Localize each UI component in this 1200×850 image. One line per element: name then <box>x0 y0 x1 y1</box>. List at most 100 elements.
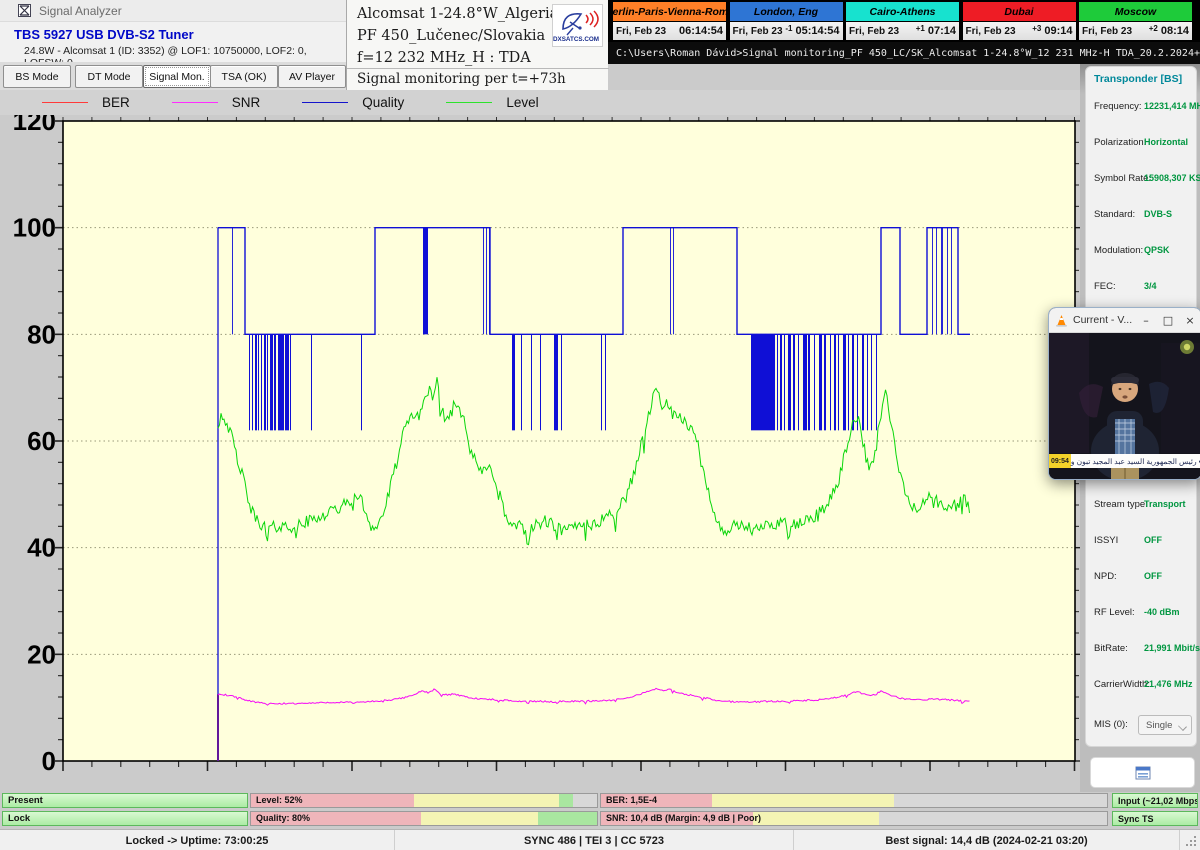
legend-label: Quality <box>362 95 404 110</box>
site-title: PF 450_Lučenec/Slovakia <box>357 28 545 44</box>
gauge-snr-label: SNR: 10,4 dB (Margin: 4,9 dB | Poor) <box>606 813 761 823</box>
tp-value: 21,476 MHz <box>1144 679 1193 689</box>
tp-label-stream-type-: Stream type: <box>1094 499 1148 510</box>
gauge-segment-gray <box>879 812 1107 825</box>
legend-item-snr: SNR <box>172 95 261 110</box>
world-clocks-panel: Berlin-Paris-Vienna-RomaFri, Feb 2306:14… <box>608 0 1200 64</box>
gauge-level: Level: 52% <box>250 793 598 808</box>
tab-av-player[interactable]: AV Player <box>278 65 346 88</box>
mis-dropdown[interactable]: Single <box>1138 715 1192 735</box>
svg-text:DXSATCS.COM: DXSATCS.COM <box>553 36 599 43</box>
vlc-titlebar[interactable]: Current - V... – □ × <box>1049 308 1200 333</box>
tp-label-bitrate-: BitRate: <box>1094 643 1128 654</box>
svg-text:100: 100 <box>13 213 56 243</box>
tuner-name: TBS 5927 USB DVB-S2 Tuner <box>14 27 194 42</box>
clock-date: Fri, Feb 23 <box>966 26 1016 37</box>
gauge-segment-yellow <box>753 812 880 825</box>
tp-label-standard-: Standard: <box>1094 209 1135 220</box>
ticker-time: 09:54 <box>1049 454 1071 468</box>
clock-moscow: MoscowFri, Feb 23+208:14 <box>1078 1 1193 41</box>
chevron-down-icon <box>1178 722 1187 731</box>
clock-time: 06:14:54 <box>679 25 723 37</box>
gauge-snr: SNR: 10,4 dB (Margin: 4,9 dB | Poor) <box>600 811 1108 826</box>
vlc-video-frame[interactable]: 09:54 بين البلدين الشقيقين ▪ رئيس الجمهو… <box>1049 333 1200 480</box>
clock-date: Fri, Feb 23 <box>733 26 783 37</box>
clock-utc-offset: -1 <box>785 24 792 33</box>
clock-utc-offset: +1 <box>916 24 925 33</box>
legend-item-level: Level <box>446 95 538 110</box>
tp-value: 21,991 Mbit/s <box>1144 643 1200 653</box>
clock-cairo-athens: Cairo-Athens Fri, Feb 23 +107:14 <box>845 1 960 41</box>
clock-city: London, Eng <box>730 2 843 22</box>
vlc-cone-icon <box>1055 314 1068 327</box>
satellite-dish-icon: DXSATCS.COM <box>553 5 600 44</box>
legend-item-ber: BER <box>42 95 130 110</box>
gauge-segment-yellow <box>414 794 559 807</box>
sidebar-tool-button[interactable] <box>1090 757 1195 788</box>
status-present: Present <box>2 793 248 808</box>
gauge-segment-yellow <box>421 812 539 825</box>
tp-label-polarization-: Polarization: <box>1094 137 1146 148</box>
tab-signal-mon-[interactable]: Signal Mon. <box>143 65 211 88</box>
legend-swatch <box>446 102 492 103</box>
clock-date: Fri, Feb 23 <box>616 26 666 37</box>
minimize-button[interactable]: – <box>1135 308 1157 332</box>
tab-dt-mode[interactable]: DT Mode <box>75 65 143 88</box>
gauge-quality-label: Quality: 80% <box>256 813 310 823</box>
statusbar-segment-1: SYNC 486 | TEI 3 | CC 5723 <box>395 830 794 850</box>
svg-text:0: 0 <box>42 746 56 776</box>
gauge-ber-label: BER: 1,5E-4 <box>606 795 657 805</box>
resize-grip[interactable] <box>1186 836 1198 848</box>
tp-label-frequency-: Frequency: <box>1094 101 1142 112</box>
terminal-command: C:\Users\Roman Dávid>Signal monitoring_P… <box>616 48 1200 59</box>
ticker-text: بين البلدين الشقيقين ▪ رئيس الجمهورية ال… <box>1071 457 1200 466</box>
signal-analyzer-app: Signal Analyzer TBS 5927 USB DVB-S2 Tune… <box>0 0 1200 850</box>
clock-date: Fri, Feb 23 <box>1082 26 1132 37</box>
tp-value: 3/4 <box>1144 281 1157 291</box>
tuner-panel: TBS 5927 USB DVB-S2 Tuner 24.8W - Alcoms… <box>0 22 346 62</box>
frequency-title: f=12 232 MHz_H : TDA <box>357 50 531 66</box>
window-list-icon <box>1135 766 1151 780</box>
status-row: PresentLevel: 52%BER: 1,5E-4Input (~21,0… <box>0 793 1200 808</box>
monitoring-duration: Signal monitoring per t=+73h <box>357 71 566 87</box>
tp-label-issyi: ISSYI <box>1094 535 1118 546</box>
clock-city: Cairo-Athens <box>846 2 959 22</box>
vlc-player-window[interactable]: Current - V... – □ × <box>1048 307 1200 480</box>
tp-value: -40 dBm <box>1144 607 1180 617</box>
gauge-segment-green <box>538 812 597 825</box>
tab-bs-mode[interactable]: BS Mode <box>3 65 71 88</box>
clock-date: Fri, Feb 23 <box>849 26 899 37</box>
satellite-title: Alcomsat 1-24.8°W_Algeria <box>357 6 558 22</box>
tp-value: DVB-S <box>1144 209 1172 219</box>
tab-row: BS ModeDT ModeSignal Mon.TSA (OK)AV Play… <box>0 62 346 90</box>
legend-swatch <box>42 102 88 103</box>
legend-swatch <box>302 102 348 103</box>
clock-time: 08:14 <box>1161 25 1189 37</box>
tp-value: Horizontal <box>1144 137 1188 147</box>
svg-text:60: 60 <box>27 426 56 456</box>
app-icon <box>18 4 31 17</box>
close-button[interactable]: × <box>1179 308 1200 332</box>
tab-tsa-ok-[interactable]: TSA (OK) <box>210 65 278 88</box>
news-ticker: 09:54 بين البلدين الشقيقين ▪ رئيس الجمهو… <box>1049 454 1200 468</box>
tp-label-rf-level-: RF Level: <box>1094 607 1135 618</box>
tp-value: QPSK <box>1144 245 1170 255</box>
tp-value: Transport <box>1144 499 1186 509</box>
window-titlebar: Signal Analyzer <box>0 0 346 22</box>
terminal-window[interactable]: C:\Users\Roman Dávid>Signal monitoring_P… <box>608 42 1200 64</box>
status-row: LockQuality: 80%SNR: 10,4 dB (Margin: 4,… <box>0 811 1200 826</box>
header-divider <box>347 68 609 69</box>
tp-value: OFF <box>1144 535 1162 545</box>
svg-text:40: 40 <box>27 533 56 563</box>
clock-time: 07:14 <box>928 25 956 37</box>
gauge-ber: BER: 1,5E-4 <box>600 793 1108 808</box>
maximize-button[interactable]: □ <box>1157 308 1179 332</box>
legend-swatch <box>172 102 218 103</box>
chart-legend: BER SNR Quality Level <box>0 90 1080 115</box>
legend-label: Level <box>506 95 538 110</box>
status-sync-ts: Sync TS <box>1112 811 1198 826</box>
svg-text:20: 20 <box>27 639 56 669</box>
window-title: Signal Analyzer <box>39 4 122 18</box>
mis-label: MIS (0): <box>1094 719 1128 730</box>
clock-berlin-paris-vienna-roma: Berlin-Paris-Vienna-RomaFri, Feb 2306:14… <box>612 1 727 41</box>
